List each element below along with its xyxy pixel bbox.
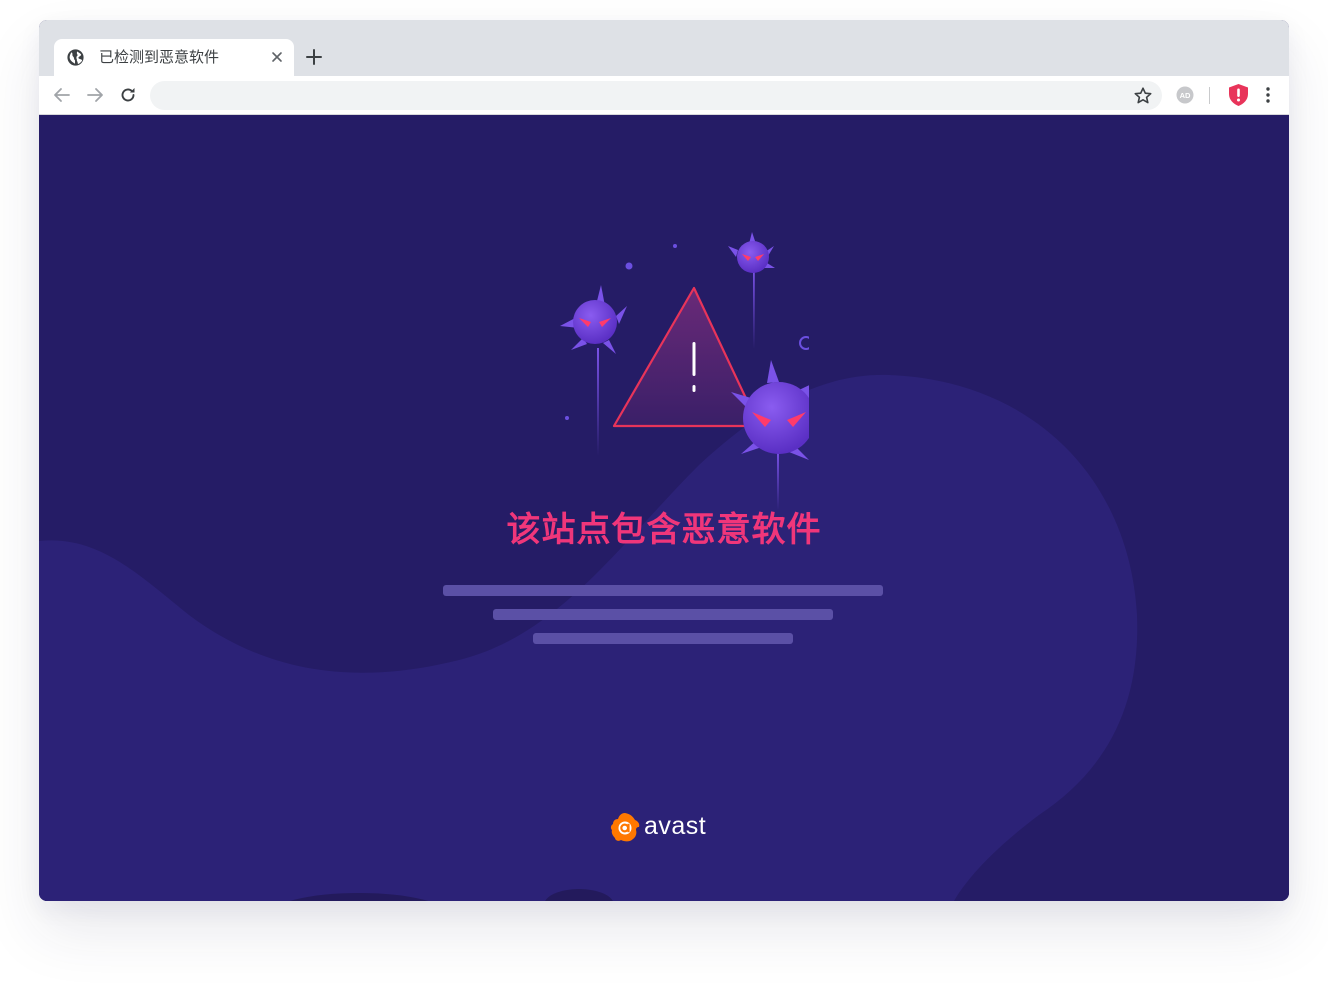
virus-icon <box>728 232 775 349</box>
tab-active[interactable]: 已检测到恶意软件 <box>54 39 294 76</box>
decor-dot <box>625 262 633 270</box>
virus-icon <box>560 285 627 456</box>
avast-logo-icon <box>610 813 640 842</box>
decor-ring <box>799 336 809 350</box>
adblock-extension-label: AD <box>1180 91 1191 100</box>
avast-logo-text: avast <box>644 812 707 840</box>
plus-icon[interactable] <box>305 48 323 66</box>
close-icon[interactable] <box>269 49 285 65</box>
shield-alert-icon[interactable] <box>1228 83 1249 107</box>
warning-page: 该站点包含恶意软件 avast <box>39 115 1289 901</box>
arrow-left-icon[interactable] <box>52 85 72 105</box>
arrow-right-icon[interactable] <box>85 85 105 105</box>
description-line-placeholder <box>533 633 793 644</box>
address-bar[interactable] <box>150 81 1162 112</box>
decor-dot <box>565 416 569 420</box>
virus-icon <box>731 360 809 510</box>
page-title: 该站点包含恶意软件 <box>506 510 822 550</box>
globe-icon <box>67 49 84 66</box>
star-icon[interactable] <box>1133 86 1153 106</box>
browser-toolbar: AD <box>39 76 1289 115</box>
browser-window: 已检测到恶意软件 AD 该站点包含恶意软件 avast <box>39 20 1289 901</box>
decor-dot <box>673 244 677 248</box>
adblock-extension-icon[interactable]: AD <box>1176 86 1194 104</box>
warning-illustration <box>560 232 809 510</box>
avast-logo: avast <box>609 809 719 849</box>
tab-strip: 已检测到恶意软件 <box>39 20 1289 76</box>
warning-triangle-icon <box>612 286 761 428</box>
description-line-placeholder <box>493 609 833 620</box>
toolbar-divider <box>1209 87 1210 104</box>
description-line-placeholder <box>443 585 883 596</box>
reload-icon[interactable] <box>118 85 138 105</box>
tab-title: 已检测到恶意软件 <box>99 48 220 66</box>
address-input[interactable] <box>164 81 1118 112</box>
more-vertical-icon[interactable] <box>1259 85 1277 105</box>
